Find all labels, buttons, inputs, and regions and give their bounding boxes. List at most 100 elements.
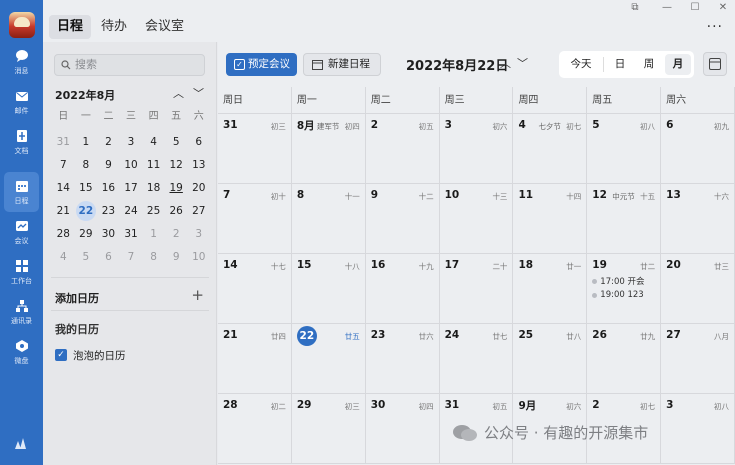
tab-meeting-room[interactable]: 会议室 (137, 15, 192, 39)
day-cell[interactable]: 30 初四 (366, 394, 440, 463)
rail-item-workbench[interactable]: 工作台 (4, 252, 39, 292)
day-cell[interactable]: 19 廿二 17:00 开会 19:00 123 (587, 254, 662, 323)
rail-item-mail[interactable]: 邮件 (4, 82, 39, 122)
day-cell[interactable]: 4 七夕节 初七 (513, 114, 588, 183)
day-cell[interactable]: 18 廿一 (513, 254, 588, 323)
mini-day[interactable]: 15 (75, 177, 98, 200)
view-week[interactable]: 周 (636, 54, 662, 75)
mini-day[interactable]: 6 (187, 131, 210, 154)
day-cell[interactable]: 7 初十 (218, 184, 292, 253)
mini-day[interactable]: 3 (120, 131, 143, 154)
avatar[interactable] (9, 12, 35, 38)
day-cell[interactable]: 27 八月 (661, 324, 735, 393)
mini-day[interactable]: 1 (142, 223, 165, 246)
close-icon[interactable]: ✕ (717, 2, 729, 14)
mini-day[interactable]: 6 (97, 246, 120, 269)
mini-day[interactable]: 20 (187, 177, 210, 200)
rail-item-meeting[interactable]: 会议 (4, 212, 39, 252)
mini-day[interactable]: 22 (75, 200, 98, 223)
mini-day[interactable]: 9 (165, 246, 188, 269)
mini-day[interactable]: 31 (52, 131, 75, 154)
mini-day[interactable]: 4 (52, 246, 75, 269)
day-cell[interactable]: 8 十一 (292, 184, 366, 253)
mini-day[interactable]: 21 (52, 200, 75, 223)
day-cell[interactable]: 23 廿六 (366, 324, 440, 393)
mini-day[interactable]: 14 (52, 177, 75, 200)
mini-day[interactable]: 7 (52, 154, 75, 177)
next-month-icon[interactable]: ﹀ (517, 55, 528, 71)
view-day[interactable]: 日 (607, 54, 633, 75)
mini-day[interactable]: 8 (75, 154, 98, 177)
mini-day[interactable]: 5 (165, 131, 188, 154)
chevron-up-icon[interactable]: ︿ (173, 85, 184, 101)
mini-day[interactable]: 30 (97, 223, 120, 246)
add-calendar-button[interactable]: + (191, 286, 204, 304)
mini-day[interactable]: 26 (165, 200, 188, 223)
mini-day[interactable]: 23 (97, 200, 120, 223)
new-event-button[interactable]: 新建日程 (303, 53, 381, 76)
day-cell[interactable]: 22 廿五 (292, 324, 366, 393)
chevron-down-icon[interactable]: ﹀ (193, 85, 204, 101)
book-meeting-button[interactable]: ✓ 预定会议 (226, 53, 297, 76)
mini-day[interactable]: 24 (120, 200, 143, 223)
day-cell[interactable]: 10 十三 (440, 184, 514, 253)
tab-todo[interactable]: 待办 (93, 15, 135, 39)
mini-day[interactable]: 10 (187, 246, 210, 269)
mini-day[interactable]: 2 (97, 131, 120, 154)
rail-item-drive[interactable]: 微盘 (4, 332, 39, 372)
mini-day[interactable]: 25 (142, 200, 165, 223)
view-month[interactable]: 月 (665, 54, 691, 75)
mini-day[interactable]: 2 (165, 223, 188, 246)
rail-item-chat[interactable]: 消息 (4, 42, 39, 82)
minimize-icon[interactable]: — (661, 2, 673, 14)
day-cell[interactable]: 5 初八 (587, 114, 662, 183)
rail-item-document[interactable]: 文档 (4, 122, 39, 162)
day-cell[interactable]: 21 廿四 (218, 324, 292, 393)
app-logo-icon[interactable] (14, 436, 28, 450)
tab-schedule[interactable]: 日程 (49, 15, 92, 39)
mini-day[interactable]: 17 (120, 177, 143, 200)
mini-day[interactable]: 5 (75, 246, 98, 269)
day-cell[interactable]: 13 十六 (661, 184, 735, 253)
day-cell[interactable]: 24 廿七 (440, 324, 514, 393)
calendar-checkbox[interactable]: ✓ (55, 349, 67, 361)
day-cell[interactable]: 3 初八 (661, 394, 735, 463)
event-item[interactable]: 17:00 开会 (592, 275, 655, 287)
mini-day[interactable]: 4 (142, 131, 165, 154)
day-cell[interactable]: 3 初六 (440, 114, 514, 183)
search-input[interactable]: 搜索 (54, 54, 205, 76)
mini-day[interactable]: 18 (142, 177, 165, 200)
day-cell[interactable]: 16 十九 (366, 254, 440, 323)
mini-day[interactable]: 12 (165, 154, 188, 177)
mini-day[interactable]: 28 (52, 223, 75, 246)
day-cell[interactable]: 29 初三 (292, 394, 366, 463)
day-cell[interactable]: 26 廿九 (587, 324, 662, 393)
day-cell[interactable]: 9 十二 (366, 184, 440, 253)
mini-day[interactable]: 11 (142, 154, 165, 177)
day-cell[interactable]: 11 十四 (513, 184, 588, 253)
day-cell[interactable]: 2 初五 (366, 114, 440, 183)
rail-item-contacts[interactable]: 通讯录 (4, 292, 39, 332)
mini-day[interactable]: 29 (75, 223, 98, 246)
day-cell[interactable]: 31 初三 (218, 114, 292, 183)
day-cell[interactable]: 12 中元节 十五 (587, 184, 662, 253)
mini-day[interactable]: 10 (120, 154, 143, 177)
day-cell[interactable]: 20 廿三 (661, 254, 735, 323)
maximize-icon[interactable]: ☐ (689, 2, 701, 14)
mini-day[interactable]: 13 (187, 154, 210, 177)
day-cell[interactable]: 17 二十 (440, 254, 514, 323)
rail-item-calendar[interactable]: 日程 (4, 172, 39, 212)
mini-day[interactable]: 16 (97, 177, 120, 200)
day-cell[interactable]: 14 十七 (218, 254, 292, 323)
mini-day[interactable]: 3 (187, 223, 210, 246)
day-cell[interactable]: 25 廿八 (513, 324, 588, 393)
more-icon[interactable]: ··· (707, 19, 723, 35)
mini-day[interactable]: 7 (120, 246, 143, 269)
mini-day[interactable]: 31 (120, 223, 143, 246)
event-item[interactable]: 19:00 123 (592, 290, 655, 300)
day-cell[interactable]: 8月 建军节 初四 (292, 114, 366, 183)
today-button[interactable]: 今天 (562, 54, 600, 75)
prev-month-icon[interactable]: ︿ (500, 55, 511, 71)
mini-day[interactable]: 19 (165, 177, 188, 200)
day-cell[interactable]: 15 十八 (292, 254, 366, 323)
